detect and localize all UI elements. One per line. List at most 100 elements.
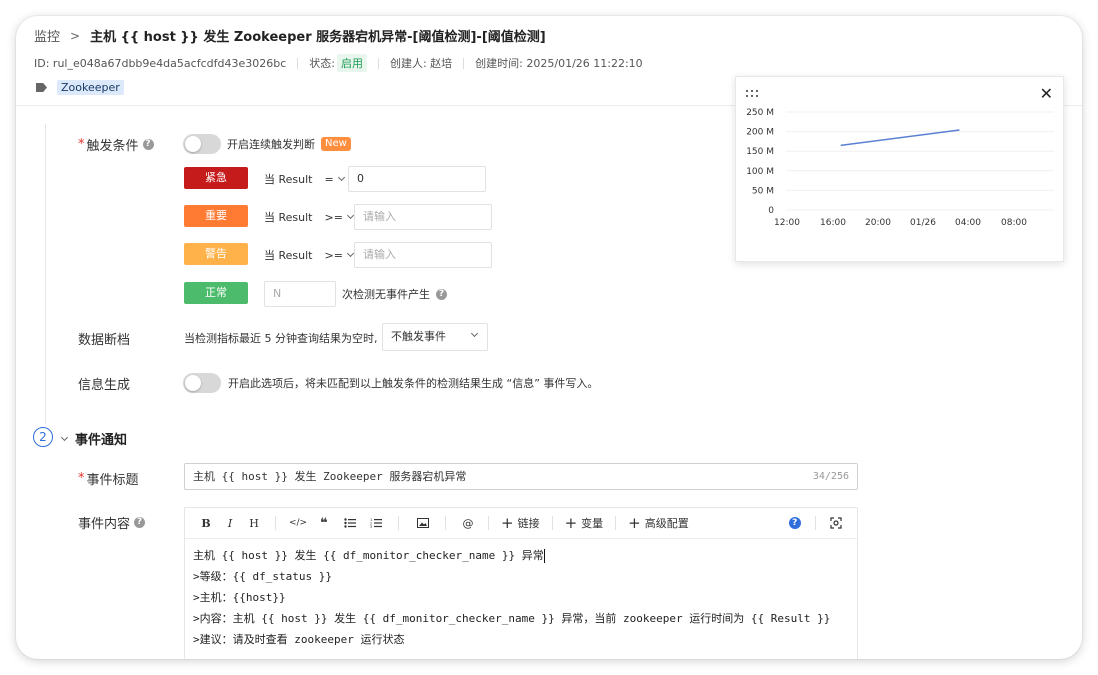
data-gap-label: 数据断档: [78, 333, 131, 348]
chart-preview-popup[interactable]: ✕ 0 50 M 100 M 150 M 200 M 250 M 12:00 16:00 20:…: [735, 76, 1064, 262]
help-circle-icon[interactable]: ?: [788, 508, 801, 539]
text-caret: [543, 549, 545, 563]
plus-icon: +: [564, 514, 578, 532]
toolbar-divider: [615, 516, 617, 530]
toolbar-divider: [445, 516, 446, 530]
created-time: 创建时间: 2025/01/26 11:22:10: [475, 57, 643, 70]
trigger-condition-label: * 触发条件 ?: [78, 135, 154, 154]
link-label: 链接: [517, 517, 540, 530]
breadcrumb: 监控 > 主机 {{ host }} 发生 Zookeeper 服务器宕机异常-…: [34, 26, 546, 46]
help-icon[interactable]: ?: [436, 288, 447, 300]
link-button[interactable]: + 链接: [501, 508, 540, 539]
breadcrumb-separator-icon: >: [70, 28, 81, 43]
info-gen-label: 信息生成: [78, 378, 131, 393]
event-content-text: 事件内容: [78, 517, 131, 532]
rule-id: ID: rul_e048a67dbb9e4da5acfcdfd43e3026bc: [34, 56, 287, 70]
editor-content[interactable]: 主机 {{ host }} 发生 {{ df_monitor_checker_n…: [193, 545, 830, 650]
event-title-input[interactable]: 主机 {{ host }} 发生 Zookeeper 服务器宕机异常 34/25…: [184, 463, 858, 490]
operator-select[interactable]: =: [325, 173, 345, 186]
chevron-down-icon: [346, 211, 354, 220]
data-gap-select[interactable]: 不触发事件: [382, 323, 488, 351]
y-tick-label: 100 M: [746, 167, 774, 177]
image-icon[interactable]: [415, 508, 431, 539]
event-content-editor[interactable]: B I H </> ❝ 123 @ + 链接 + 变量 + 高级配置 ? 主机 …: [184, 507, 858, 659]
normal-count-input[interactable]: N: [264, 281, 336, 307]
important-threshold-input[interactable]: 请输入: [354, 204, 492, 230]
operator-value: >=: [324, 248, 343, 262]
italic-icon[interactable]: I: [223, 508, 237, 539]
continuous-trigger-label: 开启连续触发判断: [227, 138, 315, 151]
variable-button[interactable]: + 变量: [565, 508, 604, 539]
condition-metric-label: 当 Result: [264, 211, 313, 224]
y-tick-label: 50 M: [752, 186, 774, 196]
operator-select[interactable]: >=: [324, 248, 354, 262]
toolbar-divider: [275, 516, 276, 530]
operator-select[interactable]: >=: [325, 211, 354, 224]
help-icon[interactable]: ?: [142, 139, 154, 150]
tag-icon: [36, 83, 47, 92]
new-badge: New: [321, 137, 351, 151]
char-counter: 34/256: [812, 471, 849, 482]
critical-threshold-input[interactable]: 0: [348, 166, 486, 192]
breadcrumb-parent-link[interactable]: 监控: [34, 26, 60, 45]
creator: 创建人: 赵培: [389, 57, 453, 70]
x-tick-label: 12:00: [774, 218, 800, 228]
content-line: >建议：请及时查看 zookeeper 运行状态: [193, 633, 405, 646]
normal-suffix: 次检测无事件产生 ?: [342, 286, 447, 302]
section-event-notification[interactable]: 事件通知: [60, 429, 128, 448]
line-chart: 0 50 M 100 M 150 M 200 M 250 M 12:00 16:00 20:00…: [746, 108, 1054, 228]
help-icon[interactable]: ?: [134, 517, 146, 528]
event-title-label: * 事件标题: [78, 469, 139, 488]
status-badge: 启用: [336, 54, 367, 72]
y-tick-label: 0: [768, 206, 774, 216]
section-title: 事件通知: [75, 433, 128, 448]
toolbar-divider: [398, 516, 399, 530]
fullscreen-icon[interactable]: [830, 508, 842, 539]
content-line: >主机：{{host}}: [193, 591, 286, 604]
advanced-config-label: 高级配置: [644, 517, 689, 530]
level-critical-badge: 紧急: [184, 167, 248, 189]
level-warning-badge: 警告: [184, 243, 248, 265]
important-condition: 当 Result >=: [264, 209, 354, 225]
x-tick-label: 01/26: [910, 218, 936, 228]
level-important-badge: 重要: [184, 205, 248, 227]
content-line: >内容：主机 {{ host }} 发生 {{ df_monitor_check…: [193, 612, 831, 625]
condition-metric-label: 当 Result: [264, 173, 313, 186]
monitor-editor-window: 监控 > 主机 {{ host }} 发生 Zookeeper 服务器宕机异常-…: [16, 16, 1082, 659]
bullet-list-icon[interactable]: [342, 508, 358, 539]
tag-row: Zookeeper: [36, 80, 124, 95]
level-normal-badge: 正常: [184, 282, 248, 304]
required-mark: *: [78, 137, 85, 152]
x-tick-label: 16:00: [820, 218, 846, 228]
page-title: 主机 {{ host }} 发生 Zookeeper 服务器宕机异常-[阈值检测…: [90, 30, 546, 45]
info-gen-toggle[interactable]: [183, 373, 221, 393]
x-tick-label: 08:00: [1001, 218, 1027, 228]
toolbar-divider: [814, 516, 816, 530]
code-icon[interactable]: </>: [289, 508, 307, 539]
status: 状态: 启用: [309, 54, 367, 72]
info-gen-text: 开启此选项后，将未匹配到以上触发条件的检测结果生成 “信息” 事件写入。: [228, 377, 599, 390]
condition-metric-label: 当 Result: [264, 249, 313, 262]
ordered-list-icon[interactable]: 123: [368, 508, 384, 539]
continuous-trigger-text: 开启连续触发判断 New: [227, 136, 351, 152]
plus-icon: +: [628, 514, 641, 532]
bold-icon[interactable]: B: [199, 508, 213, 539]
x-tick-label: 20:00: [865, 218, 891, 228]
tag-zookeeper[interactable]: Zookeeper: [57, 80, 124, 95]
warning-threshold-input[interactable]: 请输入: [354, 242, 492, 268]
step-number: 2: [33, 427, 53, 447]
trigger-condition-text: 触发条件: [86, 139, 139, 154]
heading-icon[interactable]: H: [247, 508, 261, 539]
x-tick-label: 04:00: [955, 218, 981, 228]
y-tick-label: 250 M: [746, 108, 774, 118]
y-tick-label: 200 M: [746, 128, 774, 138]
toolbar-divider: [551, 516, 553, 530]
toolbar-divider: [488, 516, 489, 530]
advanced-config-button[interactable]: + 高级配置: [628, 508, 689, 539]
mention-icon[interactable]: @: [460, 508, 476, 539]
chevron-down-icon: [60, 433, 69, 441]
svg-text:3: 3: [370, 525, 372, 528]
quote-icon[interactable]: ❝: [316, 508, 332, 539]
continuous-trigger-toggle[interactable]: [183, 134, 221, 154]
step-connector-line: [45, 124, 46, 424]
